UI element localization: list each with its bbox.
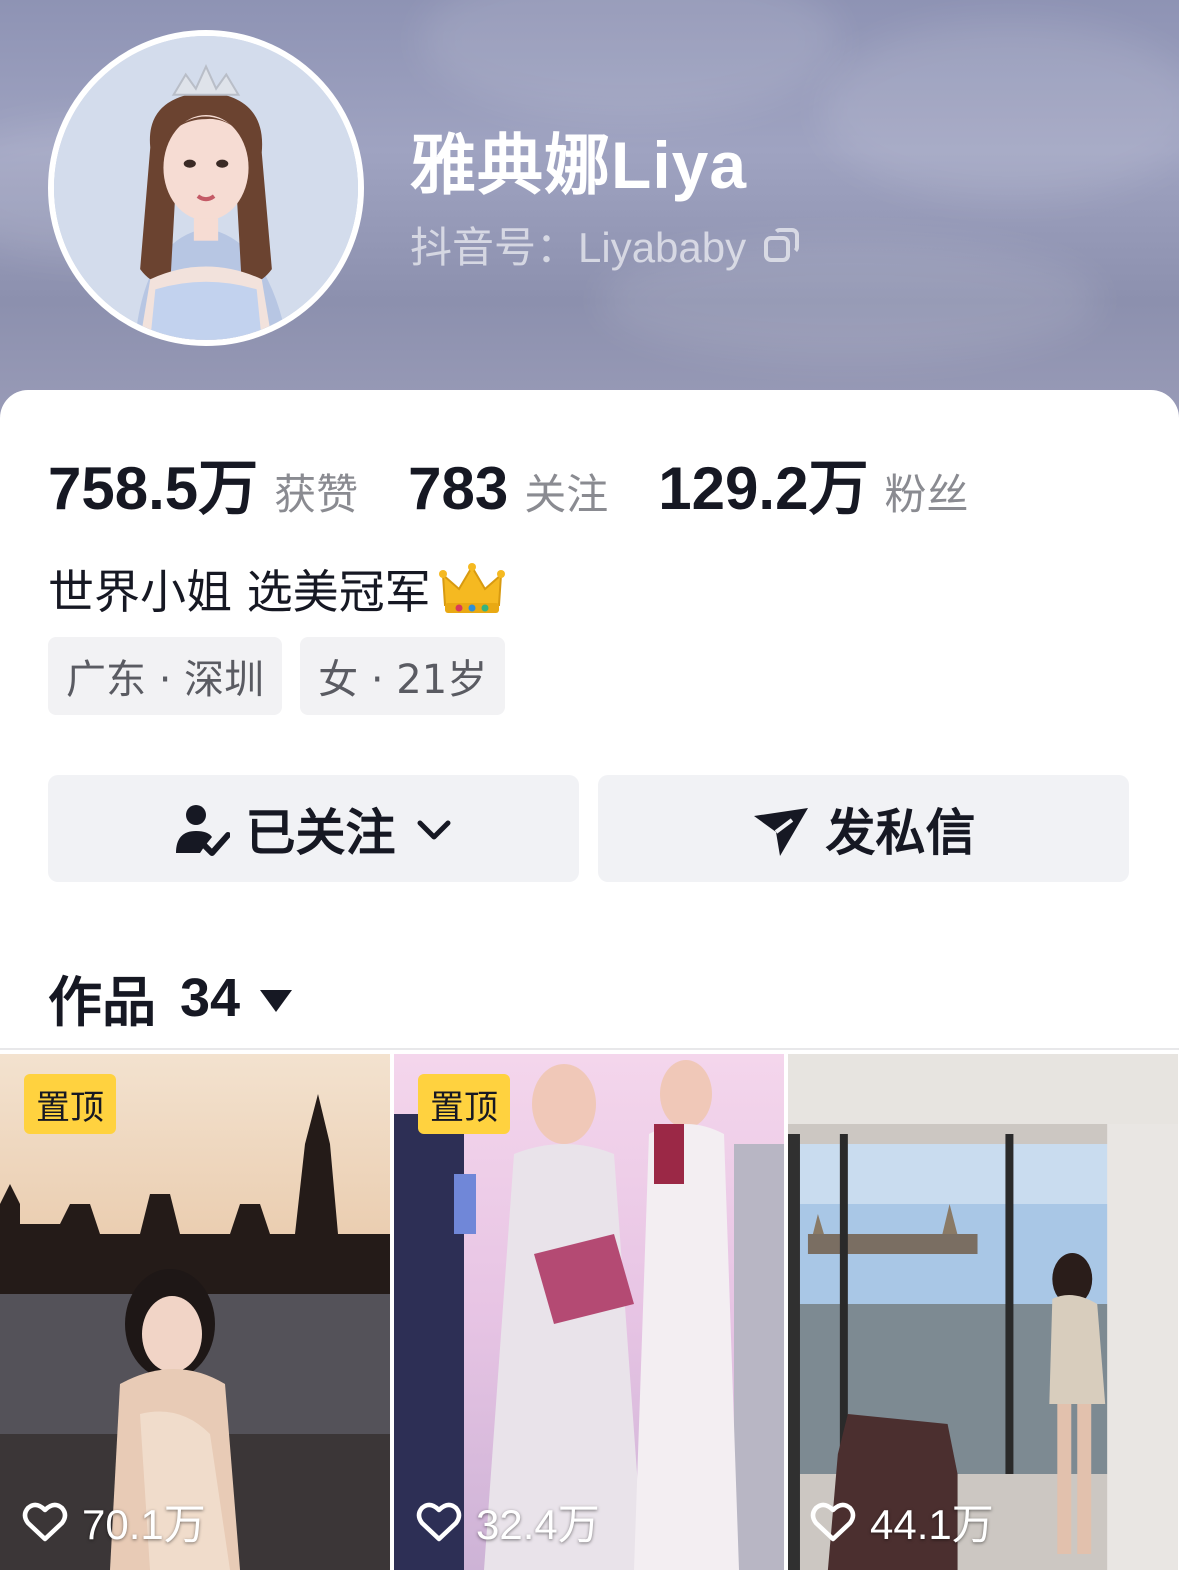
works-tab[interactable]: 作品 34 <box>48 958 293 1037</box>
like-count-text: 32.4万 <box>476 1501 600 1548</box>
bio: 世界小姐 选美冠军 <box>48 556 505 622</box>
works-label: 作品 <box>48 971 156 1034</box>
like-count: 70.1万 <box>22 1491 206 1552</box>
following-label: 关注 <box>524 470 609 519</box>
bio-text: 世界小姐 选美冠军 <box>48 565 431 619</box>
works-grid: 置顶 70.1万 置顶 32.4万 44.1万 <box>0 1054 1179 1570</box>
like-count: 32.4万 <box>416 1491 600 1552</box>
heart-icon <box>810 1502 856 1541</box>
likes-count[interactable]: 758.5万 <box>48 440 258 527</box>
crown-icon <box>438 563 505 613</box>
followed-button[interactable]: 已关注 <box>48 775 579 882</box>
like-count-text: 70.1万 <box>82 1501 206 1548</box>
likes-label: 获赞 <box>274 470 359 519</box>
copy-icon[interactable] <box>764 227 800 262</box>
douyin-id-text: 抖音号：Liyababy <box>410 224 747 271</box>
following-count[interactable]: 783 <box>408 454 508 523</box>
like-count: 44.1万 <box>810 1491 994 1552</box>
followers-count[interactable]: 129.2万 <box>658 440 868 527</box>
pinned-badge: 置顶 <box>418 1074 510 1134</box>
video-thumbnail[interactable]: 置顶 70.1万 <box>0 1054 390 1570</box>
pinned-badge: 置顶 <box>24 1074 116 1134</box>
location-tag: 广东 · 深圳 <box>48 637 283 715</box>
video-thumbnail[interactable]: 置顶 32.4万 <box>394 1054 784 1570</box>
nickname: 雅典娜Liya <box>410 128 748 202</box>
gender-age-tag: 女 · 21岁 <box>300 637 506 715</box>
user-check-icon <box>175 804 230 856</box>
stats-row: 758.5万 获赞 783 关注 129.2万 粉丝 <box>48 440 1018 527</box>
send-icon <box>753 807 808 856</box>
tags-row: 广东 · 深圳 女 · 21岁 <box>48 637 506 715</box>
like-count-text: 44.1万 <box>870 1501 994 1548</box>
send-message-label: 发私信 <box>825 803 976 862</box>
caret-down-icon[interactable] <box>260 989 293 1012</box>
video-thumbnail[interactable]: 44.1万 <box>788 1054 1178 1570</box>
divider <box>0 1048 1179 1050</box>
douyin-id[interactable]: 抖音号：Liyababy <box>410 214 800 275</box>
heart-icon <box>416 1502 462 1541</box>
send-message-button[interactable]: 发私信 <box>598 775 1129 882</box>
avatar[interactable] <box>48 30 364 346</box>
works-count: 34 <box>180 967 241 1028</box>
heart-icon <box>22 1502 68 1541</box>
followers-label: 粉丝 <box>884 470 969 519</box>
chevron-down-icon <box>417 820 450 839</box>
followed-label: 已关注 <box>245 803 396 862</box>
